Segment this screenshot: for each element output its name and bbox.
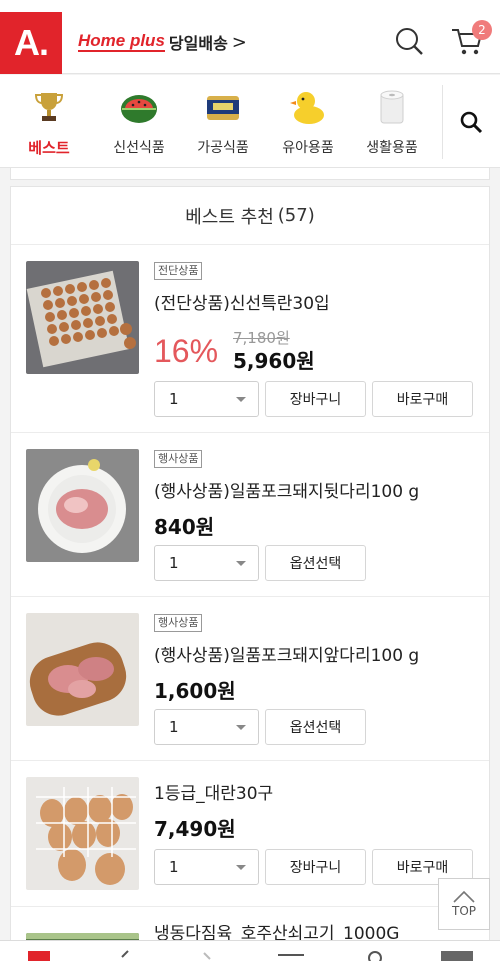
search-icon[interactable]	[394, 26, 424, 56]
product-name[interactable]: 1등급_대란30구	[154, 779, 273, 804]
product-tag: 행사상품	[154, 450, 203, 468]
app: A. Home plus 당일배송 > 2 베스트 신선식품 가공식품 유아용품…	[0, 0, 500, 961]
divider	[442, 85, 443, 159]
list-title-text: 베스트 추천	[185, 206, 274, 228]
cart-count-badge: 2	[472, 20, 492, 40]
brand-link[interactable]: Home plus 당일배송 >	[78, 30, 247, 54]
chevron-down-icon	[236, 561, 246, 566]
product-item[interactable]: 행사상품 (행사상품)일품포크돼지뒷다리100 g 840원 1 옵션선택	[11, 433, 489, 597]
sale-price: 5,960원	[233, 349, 315, 373]
category-label: 신선식품	[113, 140, 165, 156]
trophy-icon	[34, 93, 64, 121]
best-recommend-list: 베스트 추천 (57) 전단상품 (전단상품)신선특란30입 16% 7,180…	[10, 186, 490, 961]
product-image	[26, 449, 139, 562]
quantity-select[interactable]: 1	[154, 545, 259, 581]
rubber-duck-icon	[290, 92, 324, 124]
search-icon[interactable]	[366, 949, 384, 961]
category-fresh[interactable]: 신선식품	[99, 75, 179, 168]
menu-icon[interactable]	[278, 953, 304, 961]
product-image	[26, 613, 139, 726]
discount-rate: 16%	[154, 333, 219, 369]
buy-now-button[interactable]: 바로구매	[372, 381, 473, 417]
scroll-top-label: TOP	[451, 904, 476, 918]
add-to-cart-button[interactable]: 장바구니	[265, 381, 366, 417]
quantity-value: 1	[169, 718, 179, 736]
chevron-right-icon: >	[231, 31, 247, 53]
add-to-cart-button[interactable]: 장바구니	[265, 849, 366, 885]
home-logo-icon[interactable]	[28, 951, 50, 961]
chevron-down-icon	[236, 865, 246, 870]
list-title: 베스트 추천 (57)	[11, 187, 489, 245]
sale-price: 840원	[154, 515, 215, 539]
sale-price: 1,600원	[154, 679, 236, 703]
tabs-icon[interactable]	[440, 949, 474, 961]
back-icon[interactable]	[118, 949, 132, 961]
category-label: 가공식품	[197, 140, 249, 156]
list-count: (57)	[277, 205, 315, 226]
product-tag: 전단상품	[154, 262, 203, 280]
watermelon-icon	[121, 95, 157, 123]
product-tag: 행사상품	[154, 614, 203, 632]
option-select-button[interactable]: 옵션선택	[265, 545, 366, 581]
product-item[interactable]: 행사상품 (행사상품)일품포크돼지앞다리100 g 1,600원 1 옵션선택	[11, 597, 489, 761]
quantity-select[interactable]: 1	[154, 709, 259, 745]
chevron-down-icon	[236, 725, 246, 730]
header: A. Home plus 당일배송 > 2	[0, 0, 500, 74]
homeplus-logo[interactable]: A.	[0, 12, 62, 74]
category-search-icon[interactable]	[459, 110, 483, 134]
quantity-value: 1	[169, 390, 179, 408]
bottom-nav-bar	[0, 940, 500, 961]
chevron-up-icon	[453, 890, 475, 903]
product-item[interactable]: 전단상품 (전단상품)신선특란30입 16% 7,180원 5,960원 1 장…	[11, 245, 489, 433]
category-label: 생활용품	[366, 140, 418, 156]
brand-name: Home plus	[78, 31, 165, 52]
category-household[interactable]: 생활용품	[352, 75, 432, 168]
product-name[interactable]: (전단상품)신선특란30입	[154, 289, 330, 314]
quantity-value: 1	[169, 858, 179, 876]
product-image	[26, 261, 139, 374]
canned-ham-icon	[207, 96, 239, 120]
previous-section-card	[10, 168, 490, 180]
category-label: 베스트	[28, 139, 70, 157]
chevron-down-icon	[236, 397, 246, 402]
sale-price: 7,490원	[154, 817, 236, 841]
product-item[interactable]: 1등급_대란30구 7,490원 1 장바구니 바로구매	[11, 761, 489, 907]
category-processed[interactable]: 가공식품	[183, 75, 263, 168]
category-best[interactable]: 베스트	[9, 75, 89, 168]
scroll-top-button[interactable]: TOP	[438, 878, 490, 930]
product-name[interactable]: (행사상품)일품포크돼지뒷다리100 g	[154, 477, 419, 502]
category-nav: 베스트 신선식품 가공식품 유아용품 생활용품	[0, 75, 500, 168]
quantity-select[interactable]: 1	[154, 381, 259, 417]
category-label: 유아용품	[282, 140, 334, 156]
category-baby[interactable]: 유아용품	[268, 75, 348, 168]
product-name[interactable]: (행사상품)일품포크돼지앞다리100 g	[154, 641, 419, 666]
brand-delivery-label: 당일배송	[168, 34, 228, 53]
toilet-paper-icon	[380, 90, 404, 124]
quantity-select[interactable]: 1	[154, 849, 259, 885]
quantity-value: 1	[169, 554, 179, 572]
product-image	[26, 777, 139, 890]
forward-icon[interactable]	[200, 951, 214, 961]
option-select-button[interactable]: 옵션선택	[265, 709, 366, 745]
content-area: 베스트 추천 (57) 전단상품 (전단상품)신선특란30입 16% 7,180…	[10, 168, 490, 961]
